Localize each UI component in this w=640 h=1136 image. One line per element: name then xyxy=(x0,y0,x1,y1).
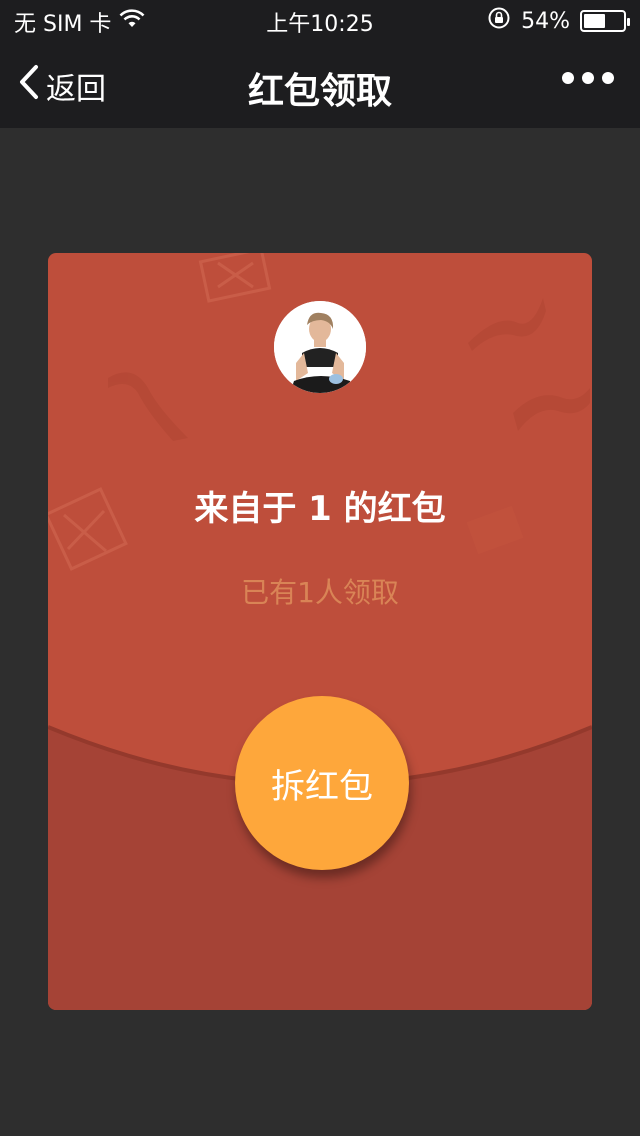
battery-fill xyxy=(584,14,605,28)
red-packet-card: 来自于 1 的红包 已有1人领取 拆红包 xyxy=(48,253,592,1010)
rotation-lock-icon xyxy=(487,6,511,36)
status-right: 54% xyxy=(487,6,630,36)
open-red-packet-button[interactable]: 拆红包 xyxy=(235,696,409,870)
more-dots-icon[interactable] xyxy=(562,72,614,84)
page-title: 红包领取 xyxy=(247,71,392,112)
sender-text: 来自于 1 的红包 xyxy=(194,489,446,529)
battery-icon xyxy=(580,10,630,32)
top-bar: 无 SIM 卡 上午10:25 54% 返回 红包领取 xyxy=(0,0,640,128)
open-button-label: 拆红包 xyxy=(271,766,373,807)
avatar xyxy=(274,301,366,393)
claimed-count-text: 已有1人领取 xyxy=(241,576,399,609)
navigation-bar: 返回 红包领取 xyxy=(0,40,640,128)
battery-percent: 54% xyxy=(521,8,570,34)
status-bar: 无 SIM 卡 上午10:25 54% xyxy=(0,0,640,40)
avatar-photo xyxy=(274,301,366,393)
